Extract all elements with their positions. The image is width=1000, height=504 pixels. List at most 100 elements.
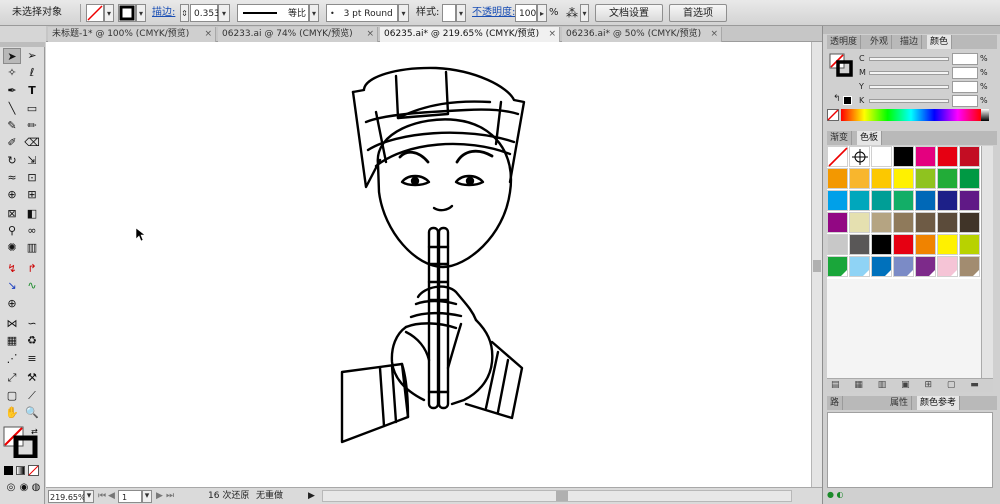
graph-tool-icon[interactable]: ▥ xyxy=(23,240,41,256)
recolor-dropdown[interactable]: ▾ xyxy=(580,4,589,22)
magenta-slider-row[interactable]: M % xyxy=(859,67,988,79)
brush-definition[interactable]: • 3 pt Round xyxy=(326,4,398,22)
pencil-tool-icon[interactable]: ✏ xyxy=(23,118,41,134)
slice-tool-icon[interactable]: ↘ xyxy=(3,278,21,294)
swatch[interactable] xyxy=(959,234,980,255)
rotate-tool-icon[interactable]: ↻ xyxy=(3,153,21,169)
cyan-slider-row[interactable]: C % xyxy=(859,53,988,65)
swatch[interactable] xyxy=(959,146,980,167)
align-icon[interactable]: ≡ xyxy=(23,351,41,367)
tab-06235[interactable]: 06235.ai* @ 219.65% (CMYK/预览) × xyxy=(380,27,560,42)
stroke-weight-dropdown[interactable]: ▾ xyxy=(218,4,230,22)
swatch[interactable] xyxy=(937,212,958,233)
stroke-stepper[interactable]: ⇕ xyxy=(180,4,189,22)
magic-wand-tool-icon[interactable]: ✧ xyxy=(3,65,21,81)
mesh-tool-icon[interactable]: ⊠ xyxy=(3,206,21,222)
scale-tool-icon[interactable]: ⇲ xyxy=(23,153,41,169)
paintbrush-tool-icon[interactable]: ✎ xyxy=(3,118,21,134)
free-transform-tool-icon[interactable]: ⊡ xyxy=(23,170,41,186)
zoom-tool-icon[interactable]: 🔍 xyxy=(23,405,41,421)
perspective-grid-tool-icon[interactable]: ⊞ xyxy=(23,187,41,203)
drawing[interactable] xyxy=(46,42,811,487)
grid-icon[interactable]: ▦ xyxy=(3,333,21,349)
close-icon[interactable]: × xyxy=(710,27,718,41)
brush-dropdown[interactable]: ▾ xyxy=(398,4,409,22)
swatches-footer-icons[interactable]: ▤ ▦ ▥ ▣ ⊞ ▢ ▬ xyxy=(827,378,993,392)
stroke-weight-input[interactable]: 0.353 xyxy=(190,4,220,22)
profile-dropdown[interactable]: ▾ xyxy=(309,4,319,22)
swatch[interactable] xyxy=(827,190,848,211)
shape-builder-tool-icon[interactable]: ⊕ xyxy=(3,187,21,203)
globe-icon[interactable]: ⊕ xyxy=(3,296,21,312)
last-color-swatch[interactable] xyxy=(843,96,852,105)
swatch[interactable] xyxy=(871,168,892,189)
swatch[interactable] xyxy=(849,168,870,189)
opacity-label[interactable]: 不透明度: xyxy=(472,4,515,22)
direct-selection-tool-icon[interactable]: ➢ xyxy=(23,48,41,64)
swatch[interactable] xyxy=(937,234,958,255)
prev-artboard-icon[interactable]: ◀ xyxy=(108,490,115,503)
tone-ramp[interactable] xyxy=(981,109,989,121)
color-spectrum[interactable] xyxy=(841,109,981,121)
recolor-artwork-icon[interactable]: ⁂ xyxy=(566,4,578,22)
line-tool-icon[interactable]: ╲ xyxy=(3,101,21,117)
swatch[interactable] xyxy=(893,234,914,255)
swatch[interactable] xyxy=(849,212,870,233)
swatch[interactable] xyxy=(871,212,892,233)
preferences-button[interactable]: 首选项 xyxy=(669,4,727,22)
color-mode-icon[interactable] xyxy=(4,466,13,475)
blob-brush-tool-icon[interactable]: ✐ xyxy=(3,135,21,151)
status-menu-icon[interactable]: ▶ xyxy=(308,490,315,503)
tab-attributes[interactable]: 属性 xyxy=(887,396,913,410)
wave-icon[interactable]: ∽ xyxy=(23,316,41,332)
tab-stroke[interactable]: 描边 xyxy=(897,35,923,49)
artboard-number-input[interactable]: 1 xyxy=(118,490,142,503)
swatch-registration[interactable] xyxy=(849,146,870,167)
swatch[interactable] xyxy=(827,212,848,233)
swatch[interactable] xyxy=(937,190,958,211)
stroke-color-swatch[interactable] xyxy=(118,4,136,22)
swatch[interactable] xyxy=(959,212,980,233)
twist-icon[interactable]: ♻ xyxy=(23,333,41,349)
swatch[interactable] xyxy=(893,190,914,211)
eyedropper-tool-icon[interactable]: ⚲ xyxy=(3,223,21,239)
artboard-tool-icon[interactable]: ▢ xyxy=(3,388,21,404)
width-tool-icon[interactable]: ∿ xyxy=(23,278,41,294)
close-icon[interactable]: × xyxy=(204,27,212,41)
symbol-sprayer-tool-icon[interactable]: ✺ xyxy=(3,240,21,256)
tab-color-guide[interactable]: 颜色参考 xyxy=(917,396,961,410)
swatch[interactable] xyxy=(893,168,914,189)
swatch[interactable] xyxy=(959,168,980,189)
swatch[interactable] xyxy=(849,234,870,255)
hscroll-thumb[interactable] xyxy=(556,491,568,501)
hand-tool-icon[interactable]: ✋ xyxy=(3,405,21,421)
swap-arrow-icon[interactable]: ↰ xyxy=(833,94,841,104)
pen-tool-icon[interactable]: ✒ xyxy=(3,83,21,99)
scatter-icon[interactable]: ⋰ xyxy=(3,351,21,367)
swatch[interactable] xyxy=(849,190,870,211)
swatch[interactable] xyxy=(893,256,914,277)
tab-color[interactable]: 颜色 xyxy=(927,35,953,49)
slice-select-icon[interactable]: ⚒ xyxy=(23,370,41,386)
swatch[interactable] xyxy=(827,234,848,255)
swatch[interactable] xyxy=(959,190,980,211)
last-artboard-icon[interactable]: ⏭ xyxy=(166,490,174,503)
swatch[interactable] xyxy=(871,146,892,167)
tab-06233[interactable]: 06233.ai @ 74% (CMYK/预览) × xyxy=(218,27,378,42)
zoom-dropdown[interactable]: ▾ xyxy=(84,490,94,503)
live-paint-selection-icon[interactable]: ↱ xyxy=(23,261,41,277)
graphic-style-swatch[interactable] xyxy=(442,4,456,22)
color-guide-area[interactable] xyxy=(827,412,993,488)
swatch[interactable] xyxy=(849,256,870,277)
swatch[interactable] xyxy=(937,146,958,167)
vertical-scrollbar[interactable] xyxy=(811,42,822,487)
tab-gradient[interactable]: 渐变 xyxy=(827,131,853,145)
black-slider-row[interactable]: K % xyxy=(859,95,988,107)
tab-pathfinder[interactable]: 路 xyxy=(827,396,844,410)
stroke-weight-label[interactable]: 描边: xyxy=(152,4,175,22)
selection-tool-icon[interactable]: ➤ xyxy=(3,48,21,64)
warp-tool-icon[interactable]: ≈ xyxy=(3,170,21,186)
yellow-input[interactable] xyxy=(952,81,978,93)
tab-swatches[interactable]: 色板 xyxy=(857,131,883,145)
swatch[interactable] xyxy=(937,256,958,277)
